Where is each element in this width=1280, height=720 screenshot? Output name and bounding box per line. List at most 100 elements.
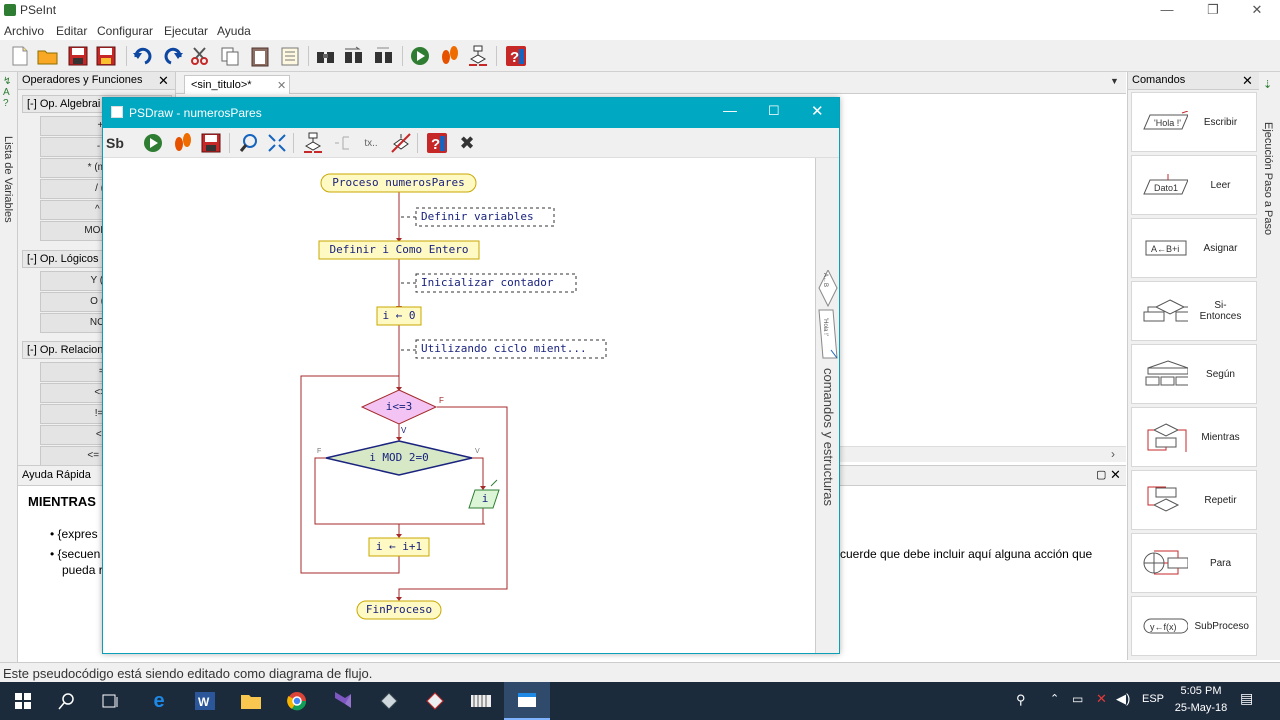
start-windows-icon[interactable] bbox=[0, 682, 46, 720]
word-icon[interactable]: W bbox=[182, 682, 228, 720]
variables-strip-label[interactable]: Lista de Variables bbox=[2, 136, 14, 223]
redo-icon[interactable] bbox=[160, 44, 184, 68]
network-icon[interactable]: ✕ bbox=[1096, 691, 1107, 707]
comments-toggle-icon[interactable] bbox=[331, 131, 355, 155]
psdraw-commands-sidebar[interactable]: A←B 'Hola !' comandos y estructuras bbox=[815, 158, 839, 653]
zoom-icon[interactable] bbox=[237, 131, 261, 155]
svg-text:'Hola !': 'Hola !' bbox=[1154, 118, 1181, 128]
paste-icon[interactable] bbox=[248, 44, 272, 68]
close-icon[interactable]: ✕ bbox=[158, 73, 169, 89]
cmd-escribir[interactable]: 'Hola !' Escribir bbox=[1131, 92, 1257, 152]
fc-while-condition[interactable]: i<=3 bbox=[369, 400, 429, 413]
menu-archivo[interactable]: Archivo bbox=[4, 24, 44, 38]
fit-screen-icon[interactable] bbox=[265, 131, 289, 155]
step-execution-icon[interactable]: ⇣ bbox=[1263, 78, 1272, 91]
help-icon[interactable]: ? bbox=[504, 44, 528, 68]
fc-if-condition[interactable]: i MOD 2=0 bbox=[339, 451, 459, 464]
fc-comment[interactable]: Inicializar contador bbox=[421, 276, 553, 289]
tab-list-dropdown-icon[interactable]: ▼ bbox=[1110, 76, 1119, 86]
flowchart-icon[interactable] bbox=[301, 131, 325, 155]
text-mode-icon[interactable]: tx.. bbox=[359, 131, 383, 155]
visual-studio-icon[interactable] bbox=[320, 682, 366, 720]
menu-ayuda[interactable]: Ayuda bbox=[217, 24, 251, 38]
fc-increment[interactable]: i ← i+1 bbox=[369, 540, 429, 553]
new-file-icon[interactable] bbox=[8, 44, 32, 68]
people-icon[interactable]: ⚲ bbox=[1016, 692, 1026, 708]
step-execution-label[interactable]: Ejecución Paso a Paso bbox=[1262, 122, 1274, 235]
fc-comment[interactable]: Definir variables bbox=[421, 210, 534, 223]
save-icon[interactable] bbox=[66, 44, 90, 68]
app-flowchart-icon[interactable] bbox=[412, 682, 458, 720]
app-title: PSeInt bbox=[20, 3, 57, 17]
find-icon[interactable] bbox=[314, 44, 338, 68]
task-view-icon[interactable] bbox=[88, 682, 134, 720]
save-icon[interactable] bbox=[199, 131, 223, 155]
edge-browser-icon[interactable]: e bbox=[136, 682, 182, 720]
show-hidden-icons-icon[interactable]: ⌃ bbox=[1050, 692, 1059, 705]
menu-ejecutar[interactable]: Ejecutar bbox=[164, 24, 208, 38]
maximize-icon[interactable]: ▢ bbox=[1096, 468, 1106, 481]
find-next-icon[interactable] bbox=[342, 44, 366, 68]
psdraw-minimize-button[interactable]: — bbox=[723, 102, 737, 118]
minimize-button[interactable]: — bbox=[1144, 0, 1190, 22]
cmd-segun[interactable]: Según bbox=[1131, 344, 1257, 404]
psdraw-maximize-icon[interactable]: ☐ bbox=[768, 103, 780, 119]
close-diagram-icon[interactable]: ✖ bbox=[455, 131, 479, 155]
app-film-icon[interactable] bbox=[458, 682, 504, 720]
close-button[interactable]: ✕ bbox=[1234, 0, 1280, 22]
editor-horizontal-scrollbar[interactable]: › bbox=[839, 446, 1126, 462]
cmd-mientras[interactable]: Mientras bbox=[1131, 407, 1257, 467]
fc-comment[interactable]: Utilizando ciclo mient... bbox=[421, 342, 587, 355]
cmd-repetir[interactable]: Repetir bbox=[1131, 470, 1257, 530]
close-icon[interactable]: ✕ bbox=[1110, 467, 1121, 483]
close-icon[interactable]: ✕ bbox=[277, 79, 286, 92]
step-by-step-icon[interactable] bbox=[171, 131, 195, 155]
clock-time[interactable]: 5:05 PM bbox=[1174, 685, 1228, 697]
flowchart-canvas[interactable]: Proceso numerosPares Definir variables D… bbox=[103, 158, 815, 653]
psdraw-close-button[interactable]: ✕ bbox=[811, 102, 824, 120]
restore-button[interactable]: ❐ bbox=[1190, 0, 1236, 22]
cmd-subproceso[interactable]: y←f(x) SubProceso bbox=[1131, 596, 1257, 656]
indent-icon[interactable] bbox=[278, 44, 302, 68]
variables-strip-icon[interactable]: ↯ A? bbox=[3, 76, 11, 109]
fc-output[interactable]: i bbox=[474, 492, 496, 505]
cmd-para[interactable]: Para bbox=[1131, 533, 1257, 593]
open-folder-icon[interactable] bbox=[36, 44, 60, 68]
pseint-taskbar-icon[interactable] bbox=[504, 682, 550, 720]
copy-icon[interactable] bbox=[218, 44, 242, 68]
menu-editar[interactable]: Editar bbox=[56, 24, 87, 38]
cmd-si-entonces[interactable]: Si-Entonces bbox=[1131, 281, 1257, 341]
fc-end[interactable]: FinProceso bbox=[357, 603, 441, 616]
notifications-icon[interactable]: ▤ bbox=[1240, 690, 1253, 707]
config-icon[interactable] bbox=[389, 131, 413, 155]
close-icon[interactable]: ✕ bbox=[1242, 73, 1253, 89]
fc-start[interactable]: Proceso numerosPares bbox=[321, 176, 476, 189]
replace-icon[interactable] bbox=[372, 44, 396, 68]
cmd-label: Según bbox=[1206, 368, 1235, 380]
language-indicator[interactable]: ESP bbox=[1142, 693, 1164, 705]
search-icon[interactable] bbox=[44, 682, 90, 720]
cmd-asignar[interactable]: A←B+i Asignar bbox=[1131, 218, 1257, 278]
undo-icon[interactable] bbox=[132, 44, 156, 68]
fc-assign[interactable]: i ← 0 bbox=[377, 309, 421, 322]
save-as-icon[interactable] bbox=[94, 44, 118, 68]
flowchart-icon[interactable] bbox=[466, 44, 490, 68]
pseudocode-icon[interactable]: Sb bbox=[105, 131, 129, 155]
volume-icon[interactable]: ◀) bbox=[1116, 691, 1130, 707]
step-by-step-icon[interactable] bbox=[438, 44, 462, 68]
clock-date[interactable]: 25-May-18 bbox=[1170, 702, 1232, 714]
fc-define[interactable]: Definir i Como Entero bbox=[319, 243, 479, 256]
run-icon[interactable] bbox=[141, 131, 165, 155]
help-icon[interactable]: ? bbox=[425, 131, 449, 155]
menu-configurar[interactable]: Configurar bbox=[97, 24, 153, 38]
battery-icon[interactable]: ▭ bbox=[1072, 692, 1083, 706]
chrome-icon[interactable] bbox=[274, 682, 320, 720]
app-diamond-icon[interactable] bbox=[366, 682, 412, 720]
scroll-right-icon[interactable]: › bbox=[1111, 447, 1115, 461]
cmd-leer[interactable]: Dato1 Leer bbox=[1131, 155, 1257, 215]
psdraw-sidebar-label[interactable]: comandos y estructuras bbox=[821, 368, 836, 506]
editor-tab[interactable]: <sin_titulo>* ✕ bbox=[184, 75, 290, 95]
run-icon[interactable] bbox=[408, 44, 432, 68]
file-explorer-icon[interactable] bbox=[228, 682, 274, 720]
cut-icon[interactable] bbox=[188, 44, 212, 68]
